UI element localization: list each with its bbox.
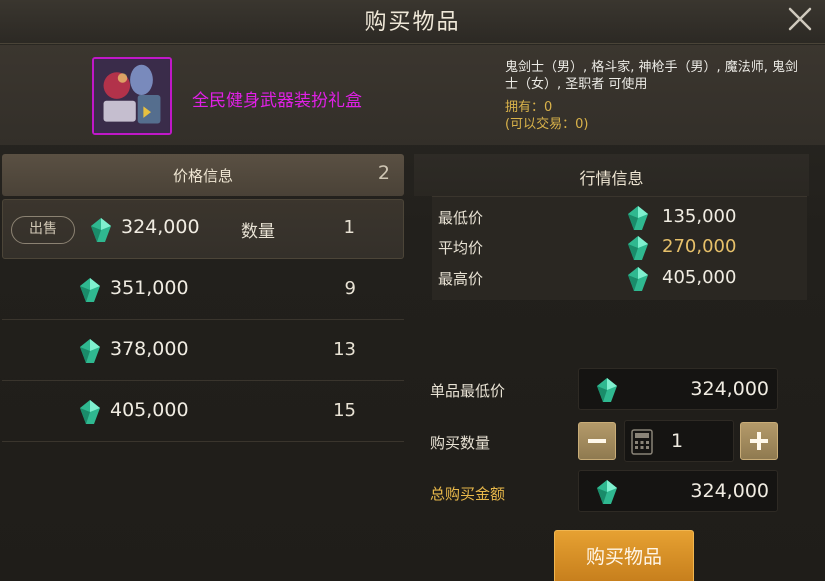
price-list-count: 2 bbox=[377, 162, 390, 184]
sell-badge: 出售 bbox=[11, 216, 75, 244]
item-icon[interactable] bbox=[92, 57, 172, 135]
close-button[interactable] bbox=[785, 4, 815, 34]
increase-quantity-button[interactable] bbox=[740, 422, 778, 460]
gem-icon bbox=[80, 400, 100, 424]
max-price-value: 405,000 bbox=[662, 267, 737, 288]
market-stats: 最低价 135,000 平均价 270,000 最高价 405,000 bbox=[432, 196, 807, 300]
minus-icon bbox=[588, 439, 606, 443]
price-list-header: 价格信息 2 bbox=[2, 154, 404, 196]
quantity-value: 1 bbox=[671, 430, 684, 452]
price-row[interactable]: 405,000 15 bbox=[2, 382, 404, 442]
price-row[interactable]: 378,000 13 bbox=[2, 321, 404, 381]
buy-button[interactable]: 购买物品 bbox=[554, 530, 694, 581]
row-quantity: 13 bbox=[333, 339, 356, 360]
row-price: 324,000 bbox=[121, 216, 200, 238]
avg-price-label: 平均价 bbox=[438, 239, 484, 257]
purchase-dialog: 购买物品 全民健身武器装扮礼盒 鬼剑士（男）, 格斗家, 神枪手（男）, 魔法师… bbox=[0, 0, 825, 581]
price-row[interactable]: 351,000 9 bbox=[2, 260, 404, 320]
price-list-panel: 价格信息 2 出售 324,000 数量 1 351,000 9 378,000… bbox=[2, 154, 404, 581]
gem-icon bbox=[597, 480, 617, 504]
purchase-quantity-label: 购买数量 bbox=[430, 434, 491, 452]
row-price: 405,000 bbox=[110, 399, 189, 421]
gem-icon bbox=[91, 218, 111, 242]
gem-icon bbox=[80, 339, 100, 363]
gem-icon bbox=[628, 267, 648, 291]
market-header: 行情信息 bbox=[414, 154, 809, 196]
item-header: 全民健身武器装扮礼盒 鬼剑士（男）, 格斗家, 神枪手（男）, 魔法师, 鬼剑士… bbox=[0, 45, 825, 145]
price-row[interactable]: 出售 324,000 数量 1 bbox=[2, 199, 404, 259]
total-amount-label: 总购买金额 bbox=[430, 485, 506, 503]
unit-price-field: 324,000 bbox=[578, 368, 778, 410]
row-price: 378,000 bbox=[110, 338, 189, 360]
row-quantity: 9 bbox=[344, 278, 356, 299]
unit-price-value: 324,000 bbox=[690, 378, 769, 400]
quantity-label: 数量 bbox=[241, 222, 275, 242]
decrease-quantity-button[interactable] bbox=[578, 422, 616, 460]
row-price: 351,000 bbox=[110, 277, 189, 299]
plus-icon bbox=[750, 432, 768, 450]
quantity-input[interactable]: 1 bbox=[624, 420, 734, 462]
gem-icon bbox=[597, 378, 617, 402]
unit-price-label: 单品最低价 bbox=[430, 382, 506, 400]
item-name: 全民健身武器装扮礼盒 bbox=[192, 91, 362, 111]
min-price-value: 135,000 bbox=[662, 206, 737, 227]
item-tradable-count: (可以交易：0) bbox=[505, 117, 589, 132]
row-quantity: 1 bbox=[343, 217, 355, 238]
item-usable-classes: 鬼剑士（男）, 格斗家, 神枪手（男）, 魔法师, 鬼剑士（女）, 圣职者 可使… bbox=[505, 60, 799, 92]
total-amount-value: 324,000 bbox=[690, 480, 769, 502]
row-quantity: 15 bbox=[333, 400, 356, 421]
max-price-label: 最高价 bbox=[438, 270, 484, 288]
gem-icon bbox=[628, 206, 648, 230]
gem-icon bbox=[80, 278, 100, 302]
dialog-title: 购买物品 bbox=[364, 10, 461, 35]
gift-box-icon bbox=[94, 59, 170, 133]
market-panel: 行情信息 最低价 135,000 平均价 270,000 最高价 405,000… bbox=[414, 154, 825, 581]
price-list-title: 价格信息 bbox=[172, 167, 233, 185]
close-icon bbox=[788, 7, 812, 31]
calculator-icon[interactable] bbox=[631, 429, 653, 455]
total-amount-field: 324,000 bbox=[578, 470, 778, 512]
min-price-label: 最低价 bbox=[438, 209, 484, 227]
title-bar: 购买物品 bbox=[0, 0, 825, 44]
avg-price-value: 270,000 bbox=[662, 236, 737, 257]
gem-icon bbox=[628, 236, 648, 260]
market-title: 行情信息 bbox=[579, 169, 644, 188]
